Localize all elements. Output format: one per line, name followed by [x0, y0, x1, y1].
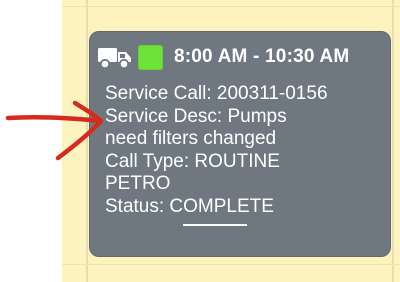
appointment-details: Service Call: 200311-0156 Service Desc: … — [105, 83, 387, 226]
service-description-line: need filters changed — [105, 128, 277, 150]
status-color-indicator — [138, 44, 163, 70]
appointment-time-range: 8:00 AM - 10:30 AM — [174, 46, 350, 67]
service-call-number: Service Call: 200311-0156 — [105, 83, 328, 104]
truck-icon — [98, 48, 131, 70]
call-type-line: PETRO — [105, 173, 171, 195]
arrow-right-icon — [5, 100, 104, 161]
call-type-line: Call Type: ROUTINE — [105, 150, 280, 172]
status-label: Status: — [105, 195, 170, 217]
calendar-view: 8:00 AM - 10:30 AM Service Call: 200311-… — [0, 0, 400, 282]
calendar-row-divider — [62, 6, 400, 7]
appointment-header: 8:00 AM - 10:30 AM — [97, 42, 386, 72]
appointment-status: Status: COMPLETE — [105, 195, 387, 226]
status-underline — [183, 223, 248, 226]
status-value: COMPLETE — [169, 196, 274, 226]
calendar-column-divider — [392, 0, 394, 282]
service-description-line: Service Desc: Pumps — [105, 105, 287, 127]
calendar-row-divider — [62, 264, 400, 265]
service-appointment-card[interactable]: 8:00 AM - 10:30 AM Service Call: 200311-… — [89, 31, 391, 257]
